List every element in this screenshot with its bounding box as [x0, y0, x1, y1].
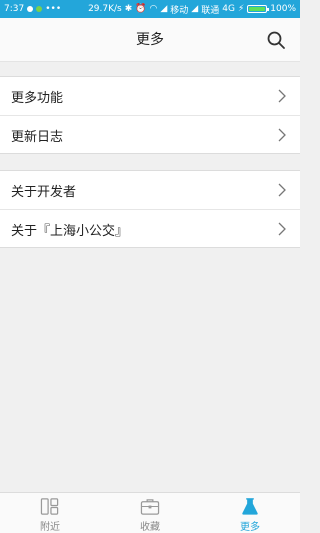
chevron-right-icon — [278, 128, 286, 142]
menu-item-more-features[interactable]: 更多功能 — [0, 77, 300, 115]
search-icon[interactable] — [266, 30, 286, 50]
tab-label: 更多 — [240, 522, 260, 533]
battery-level: 100% — [270, 4, 296, 14]
tab-favorites[interactable]: 收藏 — [100, 493, 200, 533]
tab-label: 附近 — [40, 522, 60, 533]
bluetooth-icon: ✱ — [124, 4, 133, 14]
wifi-icon: ◠ — [149, 4, 158, 14]
chevron-right-icon — [278, 183, 286, 197]
briefcase-icon — [140, 499, 160, 515]
status-bar: 7:37 ••• 29.7K/s ✱ ⏰ ◠ ◢ 移动 ◢ 联通 4G ⚡ 10… — [0, 0, 300, 18]
menu-item-label: 更新日志 — [11, 129, 64, 145]
menu-item-label: 关于『上海小公交』 — [11, 223, 129, 239]
flask-icon — [242, 498, 258, 515]
carrier-2: 联通 — [201, 5, 220, 16]
nearby-grid-icon — [40, 498, 59, 515]
tab-more[interactable]: 更多 — [200, 493, 300, 533]
tab-label: 收藏 — [140, 522, 160, 533]
menu-item-label: 更多功能 — [11, 90, 64, 106]
signal-icon: ◢ — [160, 4, 168, 14]
tab-nearby[interactable]: 附近 — [0, 493, 100, 533]
page-title: 更多 — [136, 32, 164, 48]
menu-item-about-app[interactable]: 关于『上海小公交』 — [0, 209, 300, 248]
menu-group-1: 更多功能 更新日志 — [0, 76, 300, 154]
carrier-1: 移动 — [170, 5, 189, 16]
chevron-right-icon — [278, 222, 286, 236]
more-notifications-icon: ••• — [45, 4, 62, 14]
status-time: 7:37 — [4, 4, 25, 14]
charging-icon: ⚡ — [237, 4, 245, 14]
app-header: 更多 — [0, 18, 300, 62]
app-notification-icon — [36, 6, 43, 12]
menu-group-2: 关于开发者 关于『上海小公交』 — [0, 170, 300, 248]
menu-item-about-developer[interactable]: 关于开发者 — [0, 171, 300, 209]
notification-icon — [27, 6, 34, 12]
bottom-tab-bar: 附近 收藏 更多 — [0, 492, 300, 533]
menu-item-changelog[interactable]: 更新日志 — [0, 115, 300, 154]
alarm-icon: ⏰ — [135, 4, 147, 14]
battery-icon — [247, 5, 270, 13]
network-speed: 29.7K/s — [88, 4, 122, 14]
signal-icon-2: ◢ — [191, 4, 199, 14]
chevron-right-icon — [278, 89, 286, 103]
menu-item-label: 关于开发者 — [11, 184, 77, 200]
network-type: 4G — [222, 4, 235, 14]
